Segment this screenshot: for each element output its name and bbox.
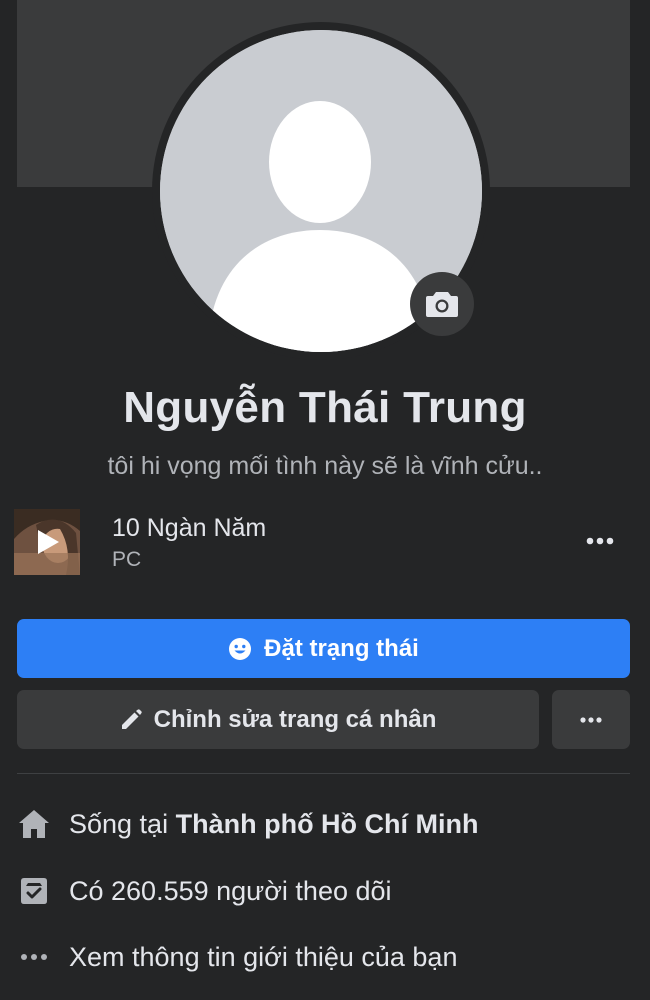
see-about-row[interactable]: Xem thông tin giới thiệu của bạn [17, 937, 630, 977]
pencil-icon [121, 708, 142, 729]
lives-in-row: Sống tại Thành phố Hồ Chí Minh [17, 804, 630, 844]
play-icon [38, 530, 59, 554]
lives-in-city: Thành phố Hồ Chí Minh [175, 808, 479, 839]
set-status-label: Đặt trạng thái [264, 634, 419, 662]
profile-music: 10 Ngàn Năm PC [14, 508, 634, 578]
smile-icon [229, 637, 252, 660]
more-horizontal-icon [580, 716, 602, 723]
more-horizontal-icon [17, 940, 51, 974]
see-about-text: Xem thông tin giới thiệu của bạn [69, 941, 458, 972]
followers-text: Có 260.559 người theo dõi [69, 875, 392, 906]
lives-in-text: Sống tại Thành phố Hồ Chí Minh [69, 809, 479, 840]
set-status-button[interactable]: Đặt trạng thái [17, 619, 630, 678]
followers-row: Có 260.559 người theo dõi [17, 871, 630, 911]
music-more-button[interactable] [578, 526, 622, 556]
profile-bio: tôi hi vọng mối tình này sẽ là vĩnh cửu.… [107, 452, 543, 480]
profile-name: Nguyễn Thái Trung [123, 383, 527, 432]
lives-in-prefix: Sống tại [69, 808, 169, 839]
music-title: 10 Ngàn Năm [112, 514, 267, 542]
home-icon [17, 807, 51, 841]
music-artist: PC [112, 548, 142, 571]
profile-more-button[interactable] [552, 690, 630, 749]
music-thumbnail[interactable] [14, 509, 80, 575]
edit-profile-label: Chỉnh sửa trang cá nhân [153, 705, 437, 733]
section-divider [17, 773, 630, 774]
update-profile-picture-button[interactable] [410, 272, 474, 336]
followers-icon [17, 874, 51, 908]
more-horizontal-icon [586, 537, 614, 545]
camera-icon [426, 292, 458, 317]
edit-profile-button[interactable]: Chỉnh sửa trang cá nhân [17, 690, 539, 749]
